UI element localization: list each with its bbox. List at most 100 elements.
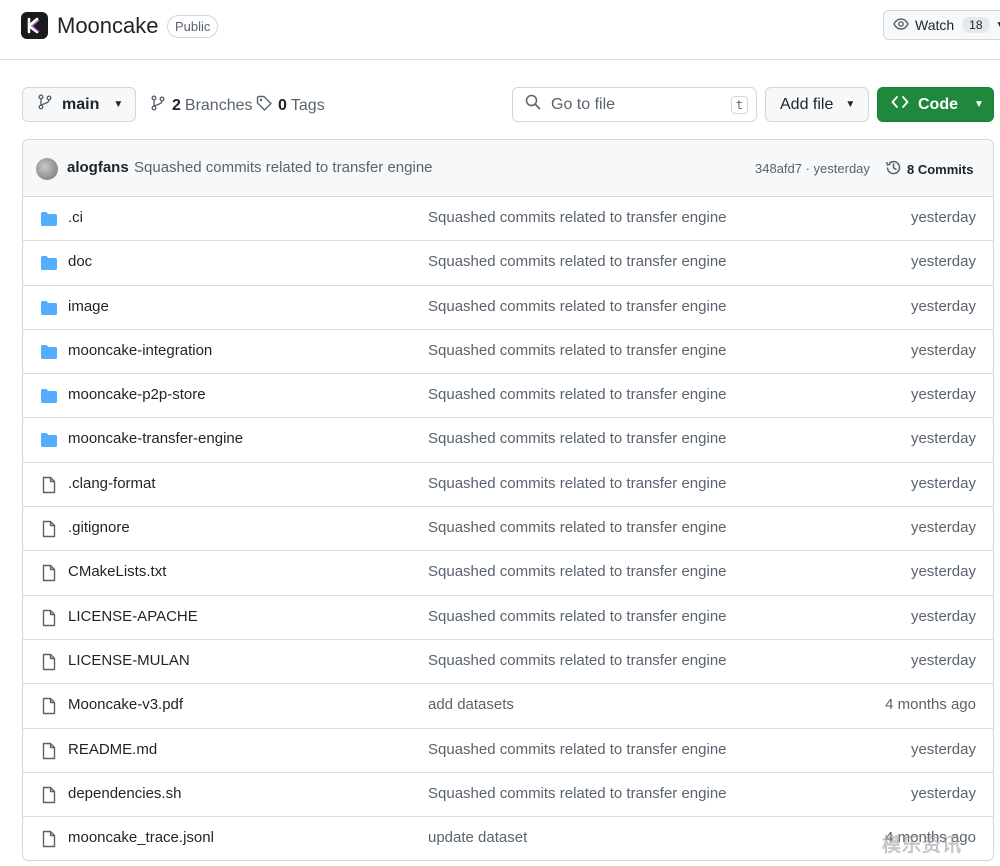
keyboard-shortcut-hint: t (731, 96, 748, 114)
folder-icon (40, 299, 58, 317)
file-name-link[interactable]: .gitignore (68, 519, 130, 536)
file-commit-date: yesterday (910, 386, 976, 404)
file-commit-message-link[interactable]: Squashed commits related to transfer eng… (428, 741, 727, 758)
file-row[interactable]: doc Squashed commits related to transfer … (23, 241, 993, 286)
folder-icon (40, 387, 58, 405)
file-name-link[interactable]: mooncake-p2p-store (68, 386, 206, 403)
file-commit-date: yesterday (910, 651, 976, 669)
file-name-link[interactable]: mooncake-transfer-engine (68, 430, 243, 447)
file-commit-message-link[interactable]: Squashed commits related to transfer eng… (428, 209, 727, 226)
file-commit-date: yesterday (910, 297, 976, 315)
file-row[interactable]: mooncake_trace.jsonl update dataset 4 mont… (23, 817, 993, 860)
file-commit-date: yesterday (910, 740, 976, 758)
file-commit-date: yesterday (910, 474, 976, 492)
file-row[interactable]: mooncake-integration Squashed commits rel… (23, 330, 993, 375)
file-commit-message-link[interactable]: Squashed commits related to transfer eng… (428, 563, 727, 580)
file-icon (40, 564, 58, 582)
file-commit-message-link[interactable]: Squashed commits related to transfer eng… (428, 785, 727, 802)
file-icon (40, 742, 58, 760)
file-name-link[interactable]: mooncake-integration (68, 342, 212, 359)
watch-label: Watch (915, 17, 955, 33)
file-icon (40, 697, 58, 715)
branch-select-button[interactable]: main ▼ (22, 87, 136, 122)
folder-icon (40, 254, 58, 272)
search-icon (525, 94, 541, 115)
file-row[interactable]: CMakeLists.txt Squashed commits related t… (23, 551, 993, 596)
file-icon (40, 830, 58, 848)
file-name-link[interactable]: LICENSE-APACHE (68, 608, 198, 625)
folder-icon (40, 343, 58, 361)
file-name-link[interactable]: .ci (68, 209, 83, 226)
branches-count: 2 (172, 96, 181, 114)
file-name-link[interactable]: CMakeLists.txt (68, 563, 166, 580)
search-placeholder: Go to file (551, 95, 616, 113)
file-commit-date: yesterday (910, 341, 976, 359)
file-row[interactable]: .gitignore Squashed commits related to tr… (23, 507, 993, 552)
avatar[interactable] (36, 158, 58, 180)
file-row[interactable]: LICENSE-MULAN Squashed commits related to… (23, 640, 993, 685)
code-button[interactable]: Code ▼ (877, 87, 994, 122)
tags-label: Tags (290, 96, 325, 114)
watch-count: 18 (962, 17, 990, 33)
file-commit-date: yesterday (910, 519, 976, 537)
tag-icon (256, 95, 272, 116)
file-name-link[interactable]: dependencies.sh (68, 785, 181, 802)
file-name-link[interactable]: README.md (68, 741, 157, 758)
repo-name[interactable]: Mooncake (57, 12, 159, 40)
watch-button[interactable]: Watch 18 ▼ (883, 10, 1000, 40)
file-icon (40, 609, 58, 627)
file-commit-message-link[interactable]: Squashed commits related to transfer eng… (428, 519, 727, 536)
file-row[interactable]: README.md Squashed commits related to tra… (23, 729, 993, 773)
folder-icon (40, 431, 58, 449)
file-row[interactable]: .clang-format Squashed commits related to… (23, 463, 993, 508)
branch-name: main (62, 95, 100, 113)
file-name-link[interactable]: doc (68, 253, 92, 270)
file-name-link[interactable]: mooncake_trace.jsonl (68, 829, 214, 846)
add-file-button[interactable]: Add file ▼ (765, 87, 869, 122)
file-commit-message-link[interactable]: Squashed commits related to transfer eng… (428, 386, 727, 403)
file-icon (40, 476, 58, 494)
file-name-link[interactable]: Mooncake-v3.pdf (68, 696, 183, 713)
go-to-file-input[interactable]: Go to file t (512, 87, 757, 122)
chevron-down-icon: ▼ (996, 20, 1000, 31)
file-commit-message-link[interactable]: Squashed commits related to transfer eng… (428, 430, 727, 447)
history-icon (885, 159, 902, 179)
file-commit-message-link[interactable]: add datasets (428, 696, 514, 713)
file-commit-date: yesterday (910, 607, 976, 625)
file-row[interactable]: mooncake-transfer-engine Squashed commits… (23, 418, 993, 463)
file-commit-date: yesterday (910, 784, 976, 802)
file-row[interactable]: dependencies.sh Squashed commits related … (23, 773, 993, 818)
file-commit-message-link[interactable]: Squashed commits related to transfer eng… (428, 608, 727, 625)
file-row[interactable]: image Squashed commits related to transfe… (23, 286, 993, 330)
branches-link[interactable]: 2 Branches (150, 95, 253, 116)
file-commit-message-link[interactable]: Squashed commits related to transfer eng… (428, 342, 727, 359)
file-icon (40, 520, 58, 538)
file-name-link[interactable]: LICENSE-MULAN (68, 652, 190, 669)
repo-logo-icon[interactable] (21, 12, 48, 39)
file-commit-date: yesterday (910, 209, 976, 226)
file-row[interactable]: .ci Squashed commits related to transfer … (23, 197, 993, 242)
chevron-down-icon: ▼ (974, 99, 984, 110)
commit-message[interactable]: Squashed commits related to transfer eng… (134, 159, 433, 176)
file-row[interactable]: LICENSE-APACHE Squashed commits related t… (23, 596, 993, 640)
commits-history-link[interactable]: 8 Commits (885, 159, 973, 179)
file-name-link[interactable]: image (68, 298, 109, 315)
file-name-link[interactable]: .clang-format (68, 475, 156, 492)
commit-author[interactable]: alogfans (67, 159, 129, 176)
commits-count-label: 8 Commits (907, 161, 974, 177)
file-row[interactable]: mooncake-p2p-store Squashed commits relat… (23, 374, 993, 419)
file-commit-message-link[interactable]: Squashed commits related to transfer eng… (428, 253, 727, 270)
branches-label: Branches (184, 96, 253, 114)
commit-hash-date[interactable]: 348afd7 · yesterday (755, 161, 870, 176)
file-commit-message-link[interactable]: Squashed commits related to transfer eng… (428, 652, 727, 669)
file-commit-date: yesterday (910, 253, 976, 271)
file-commit-message-link[interactable]: Squashed commits related to transfer eng… (428, 475, 727, 492)
tags-link[interactable]: 0 Tags (256, 95, 325, 116)
file-commit-date: yesterday (910, 563, 976, 581)
chevron-down-icon: ▼ (845, 99, 856, 110)
file-commit-message-link[interactable]: update dataset (428, 829, 527, 846)
git-branch-icon (150, 95, 166, 116)
latest-commit-bar: alogfans Squashed commits related to tra… (23, 140, 993, 197)
file-commit-message-link[interactable]: Squashed commits related to transfer eng… (428, 298, 727, 315)
file-row[interactable]: Mooncake-v3.pdf add datasets 4 months ago (23, 684, 993, 729)
